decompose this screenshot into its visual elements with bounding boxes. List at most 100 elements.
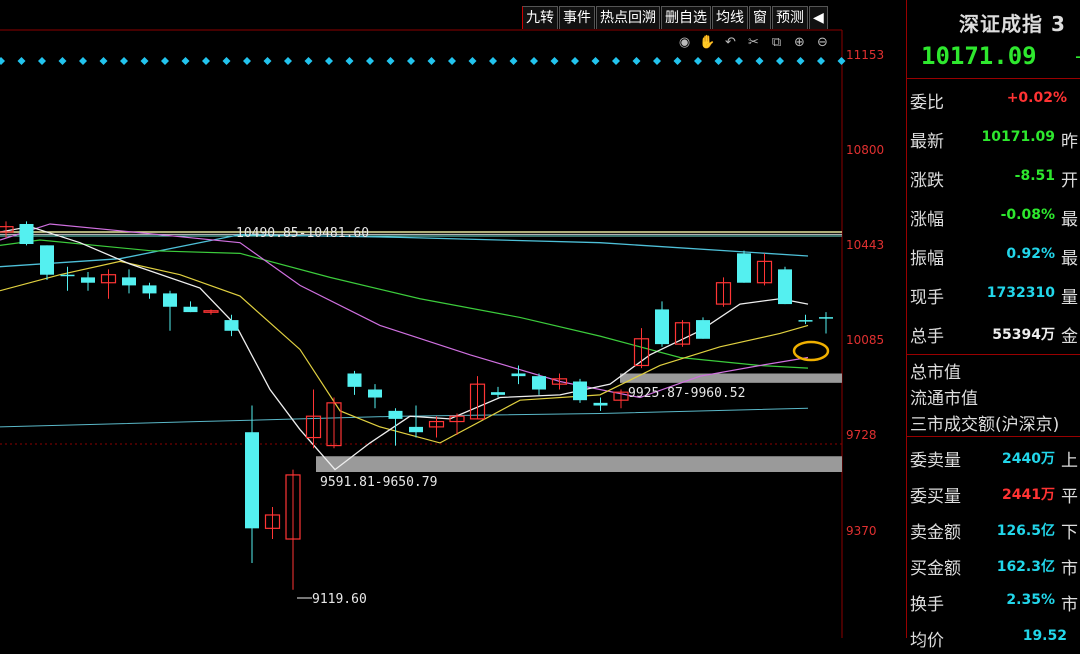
price-trail: -: [1075, 44, 1080, 68]
event-marker-icon: [17, 57, 26, 65]
event-marker-icon: [366, 57, 374, 65]
candle-body-down: [245, 432, 259, 529]
annotation-min-price: 9119.60: [312, 592, 367, 607]
quote-value: 0.92%: [1006, 246, 1055, 262]
candle-body-down: [347, 373, 362, 387]
event-marker-icon: [448, 57, 456, 65]
event-marker-icon: [222, 57, 231, 65]
moving-average-button[interactable]: 均线: [712, 6, 748, 29]
remove-watchlist-button[interactable]: 删自选: [661, 6, 711, 29]
quote-trail-label: 最: [1061, 249, 1078, 269]
event-marker-icon: [530, 57, 538, 65]
quote-row: 委买量 2441万平: [907, 476, 1080, 510]
chart-tools: ◉ ✋ ↶ ✂ ⧉ ⊕ ⊖: [676, 34, 831, 51]
tab-jiuzhuan[interactable]: 九转: [522, 6, 558, 29]
event-marker-icon: [817, 57, 825, 65]
candle-body-down: [819, 317, 833, 319]
quote-label: 委比: [910, 93, 944, 113]
y-tick: 11153: [846, 48, 885, 62]
quote-row: 买金额 162.3亿市: [907, 548, 1080, 582]
candle-body-down: [40, 245, 54, 275]
quote-label: 振幅: [910, 249, 944, 269]
candle-body-down: [122, 277, 136, 286]
event-marker-icon: [161, 57, 169, 65]
undo-icon[interactable]: ↶: [722, 34, 739, 51]
quote-value: +0.02%: [1006, 90, 1067, 106]
candle-body-down: [183, 306, 198, 313]
quote-trail-label: 金: [1061, 327, 1078, 347]
zoom-out-icon[interactable]: ⊖: [814, 34, 831, 51]
gap-band-mid: [620, 373, 842, 383]
annotation-low-gap: 9591.81-9650.79: [320, 475, 437, 490]
event-marker-icon: [0, 57, 5, 65]
y-tick: 10085: [846, 333, 885, 347]
y-tick: 10443: [846, 238, 885, 252]
event-marker-icon: [386, 57, 395, 65]
quote-row: 涨跌 -8.51 开: [907, 160, 1080, 194]
quote-label: 现手: [910, 288, 944, 308]
quote-trail-label: 市: [1061, 595, 1078, 615]
candle-body-down: [778, 269, 792, 305]
quote-value: -0.08%: [1000, 207, 1055, 223]
quote-value: 2.35%: [1006, 592, 1055, 608]
candle-body-down: [491, 392, 505, 395]
candle-body-down: [81, 277, 95, 283]
event-marker-icon: [304, 57, 313, 65]
candle-body-down: [409, 426, 423, 433]
event-marker-icon: [714, 57, 723, 65]
quote-value: -8.51: [1014, 168, 1055, 184]
scissors-icon[interactable]: ✂: [745, 34, 762, 51]
candlestick-chart[interactable]: 10490.85-10481.60 9591.81-9650.79 9925.87-…: [0, 0, 906, 638]
event-marker-icon: [632, 57, 641, 65]
annotation-mid-gap: 9925.87-9960.52: [628, 386, 745, 401]
candle-body-down: [511, 373, 526, 377]
event-marker-icon: [79, 57, 87, 65]
quote-label: 买金额: [910, 559, 961, 579]
y-tick: 10800: [846, 143, 885, 157]
total-market-value-label: 总市值: [910, 363, 961, 383]
quote-row: 总手 55394万金: [907, 316, 1080, 350]
quote-row: 最新 10171.09 昨: [907, 121, 1080, 155]
zoom-in-icon[interactable]: ⊕: [791, 34, 808, 51]
event-marker-icon: [591, 57, 600, 65]
quote-label: 卖金额: [910, 523, 961, 543]
event-marker-icon: [468, 57, 477, 65]
copy-icon[interactable]: ⧉: [768, 34, 785, 51]
quote-trail-label: 量: [1061, 288, 1078, 308]
ma-green: [0, 239, 809, 369]
quote-row: 卖金额 126.5亿下: [907, 512, 1080, 546]
candle-body-down: [593, 402, 608, 406]
candle-body-down: [798, 320, 813, 322]
candle-body-down: [737, 253, 751, 283]
quote-trail-label: 昨: [1061, 132, 1078, 152]
event-marker-icon: [202, 57, 210, 65]
event-marker-icon: [694, 57, 702, 65]
forecast-button[interactable]: 预测: [772, 6, 808, 29]
event-marker-icon: [345, 57, 354, 65]
tab-hot-review[interactable]: 热点回溯: [596, 6, 660, 29]
event-marker-icon: [776, 57, 784, 65]
quote-value: 55394万: [992, 327, 1055, 343]
event-marker-icon: [653, 57, 661, 65]
tab-events[interactable]: 事件: [559, 6, 595, 29]
y-tick: 9728: [846, 428, 877, 442]
event-marker-icon: [427, 57, 436, 65]
collapse-icon[interactable]: ◀: [809, 6, 828, 29]
event-marker-icon: [509, 57, 518, 65]
window-button[interactable]: 窗: [749, 6, 771, 29]
event-marker-icon: [571, 57, 579, 65]
event-marker-icon: [735, 57, 743, 65]
quote-label: 涨跌: [910, 171, 944, 191]
ma-long-cyan: [0, 407, 809, 428]
quote-row: 委卖量 2440万上: [907, 440, 1080, 474]
hand-icon[interactable]: ✋: [699, 34, 716, 51]
event-marker-icon: [243, 57, 251, 65]
quote-row: 涨幅 -0.08% 最: [907, 199, 1080, 233]
eye-icon[interactable]: ◉: [676, 34, 693, 51]
quote-panel: 深证成指 3 10171.09 - 委比 +0.02% 最新 10171.09 昨涨跌 -…: [906, 0, 1080, 651]
candle-body-down: [388, 410, 403, 419]
quote-trail-label: 开: [1061, 171, 1078, 191]
quote-label: 委买量: [910, 487, 961, 507]
quote-value: 1732310: [986, 285, 1055, 301]
event-marker-icon: [612, 57, 620, 65]
